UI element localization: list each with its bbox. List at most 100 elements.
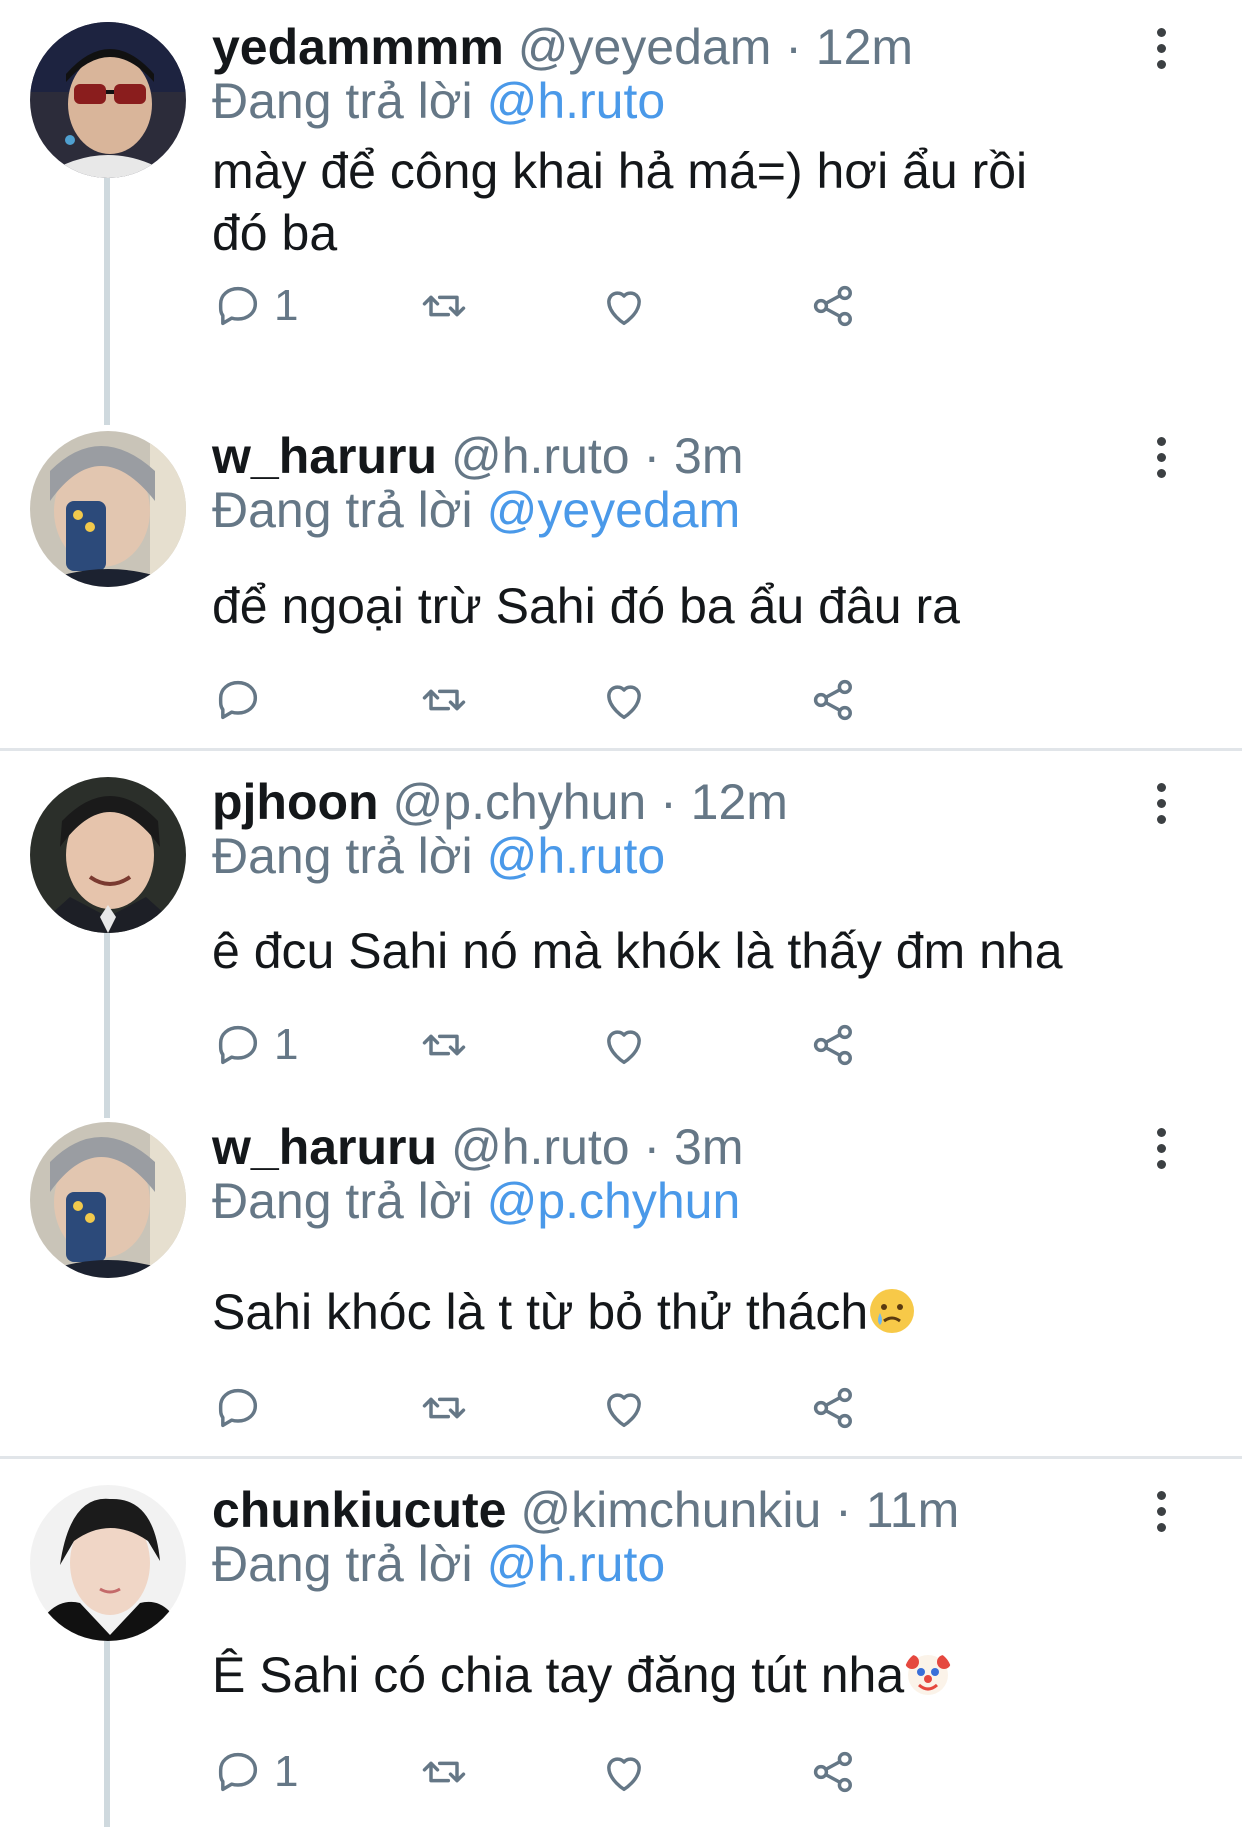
tweet-text: Sahi khóc là t từ bỏ thử thách — [212, 1284, 869, 1340]
like-icon — [607, 685, 641, 720]
retweet-button[interactable] — [418, 1015, 470, 1075]
retweet-button[interactable] — [418, 1378, 470, 1438]
more-icon[interactable] — [1146, 28, 1176, 88]
user-handle[interactable]: @kimchunkiu — [520, 1482, 821, 1538]
mention-link[interactable]: @h.ruto — [487, 1536, 666, 1592]
reply-context: Đang trả lời @yeyedam — [212, 480, 740, 540]
tweet-actions: 1 — [212, 1015, 1012, 1075]
reply-icon — [218, 1025, 258, 1065]
tweet-header: w_haruru @h.ruto · 3m — [212, 426, 744, 486]
reply-icon — [218, 1388, 258, 1428]
reply-context: Đang trả lời @h.ruto — [212, 826, 665, 886]
mention-link[interactable]: @h.ruto — [487, 73, 666, 129]
divider — [0, 1456, 1242, 1459]
tweet-text: Ê Sahi có chia tay đăng tút nha — [212, 1647, 905, 1703]
tweet-header: w_haruru @h.ruto · 3m — [212, 1117, 744, 1177]
reply-prefix: Đang trả lời — [212, 73, 473, 129]
retweet-icon — [422, 1761, 466, 1783]
reply-count: 1 — [274, 1020, 299, 1069]
like-button[interactable] — [598, 1015, 650, 1075]
crying-face-icon — [870, 1289, 915, 1333]
avatar[interactable] — [30, 22, 186, 178]
share-button[interactable] — [808, 276, 860, 336]
tweet-text: ê đcu Sahi nó mà khók là thấy đm nha — [212, 923, 1063, 979]
display-name[interactable]: yedammmm — [212, 19, 504, 75]
timestamp[interactable]: · 3m — [644, 428, 744, 484]
display-name[interactable]: w_haruru — [212, 1119, 437, 1175]
tweet-header: yedammmm @yeyedam · 12m — [212, 17, 913, 77]
more-icon[interactable] — [1146, 783, 1176, 843]
user-handle[interactable]: @p.chyhun — [393, 774, 647, 830]
tweet-actions: 1 — [212, 276, 1012, 336]
share-button[interactable] — [808, 1742, 860, 1802]
avatar[interactable] — [30, 1122, 186, 1278]
share-button[interactable] — [808, 1015, 860, 1075]
timestamp[interactable]: · 12m — [660, 774, 788, 830]
like-button[interactable] — [598, 276, 650, 336]
share-icon — [813, 1024, 852, 1066]
tweet-header: pjhoon @p.chyhun · 12m — [212, 772, 788, 832]
reply-icon — [218, 286, 258, 326]
reply-context: Đang trả lời @p.chyhun — [212, 1171, 740, 1231]
timestamp[interactable]: · 11m — [835, 1482, 959, 1538]
user-handle[interactable]: @yeyedam — [518, 19, 772, 75]
retweet-icon — [422, 1397, 466, 1419]
retweet-icon — [422, 1034, 466, 1056]
reply-prefix: Đang trả lời — [212, 828, 473, 884]
reply-icon — [218, 680, 258, 720]
display-name[interactable]: chunkiucute — [212, 1482, 506, 1538]
reply-count: 1 — [274, 281, 299, 330]
thread-line — [104, 175, 110, 425]
share-button[interactable] — [808, 670, 860, 730]
clown-face-icon — [905, 1655, 952, 1695]
avatar[interactable] — [30, 1485, 186, 1641]
reply-button[interactable]: 1 — [212, 276, 298, 336]
thread-line — [104, 928, 110, 1118]
display-name[interactable]: w_haruru — [212, 428, 437, 484]
retweet-icon — [422, 295, 466, 317]
reply-button[interactable]: 1 — [212, 1015, 298, 1075]
retweet-button[interactable] — [418, 276, 470, 336]
reply-prefix: Đang trả lời — [212, 1536, 473, 1592]
like-icon — [607, 1393, 641, 1428]
tweet-actions — [212, 670, 1012, 730]
reply-button[interactable] — [212, 670, 274, 730]
reply-prefix: Đang trả lời — [212, 482, 473, 538]
retweet-button[interactable] — [418, 1742, 470, 1802]
tweet-header: chunkiucute @kimchunkiu · 11m — [212, 1480, 959, 1540]
reply-button[interactable]: 1 — [212, 1742, 298, 1802]
reply-context: Đang trả lời @h.ruto — [212, 1534, 665, 1594]
more-icon[interactable] — [1146, 437, 1176, 497]
timestamp[interactable]: · 3m — [644, 1119, 744, 1175]
reply-icon — [218, 1752, 258, 1792]
like-button[interactable] — [598, 1378, 650, 1438]
mention-link[interactable]: @p.chyhun — [487, 1173, 741, 1229]
mention-link[interactable]: @h.ruto — [487, 828, 666, 884]
reply-prefix: Đang trả lời — [212, 1173, 473, 1229]
like-button[interactable] — [598, 1742, 650, 1802]
display-name[interactable]: pjhoon — [212, 774, 379, 830]
reply-context: Đang trả lời @h.ruto — [212, 71, 665, 131]
tweet-actions — [212, 1378, 1012, 1438]
share-button[interactable] — [808, 1378, 860, 1438]
tweet-text: để ngoại trừ Sahi đó ba ẩu đâu ra — [212, 578, 960, 634]
user-handle[interactable]: @h.ruto — [451, 428, 630, 484]
share-icon — [813, 285, 852, 327]
avatar[interactable] — [30, 777, 186, 933]
like-button[interactable] — [598, 670, 650, 730]
mention-link[interactable]: @yeyedam — [487, 482, 741, 538]
reply-button[interactable] — [212, 1378, 274, 1438]
tweet-text-container: Ê Sahi có chia tay đăng tút nha — [212, 1644, 1112, 1706]
retweet-button[interactable] — [418, 670, 470, 730]
share-icon — [813, 1387, 852, 1429]
divider — [0, 748, 1242, 751]
share-icon — [813, 1751, 852, 1793]
timestamp[interactable]: · 12m — [785, 19, 913, 75]
avatar[interactable] — [30, 431, 186, 587]
more-icon[interactable] — [1146, 1128, 1176, 1188]
like-icon — [607, 291, 641, 326]
more-icon[interactable] — [1146, 1491, 1176, 1551]
like-icon — [607, 1757, 641, 1792]
thread-line — [104, 1640, 110, 1827]
user-handle[interactable]: @h.ruto — [451, 1119, 630, 1175]
